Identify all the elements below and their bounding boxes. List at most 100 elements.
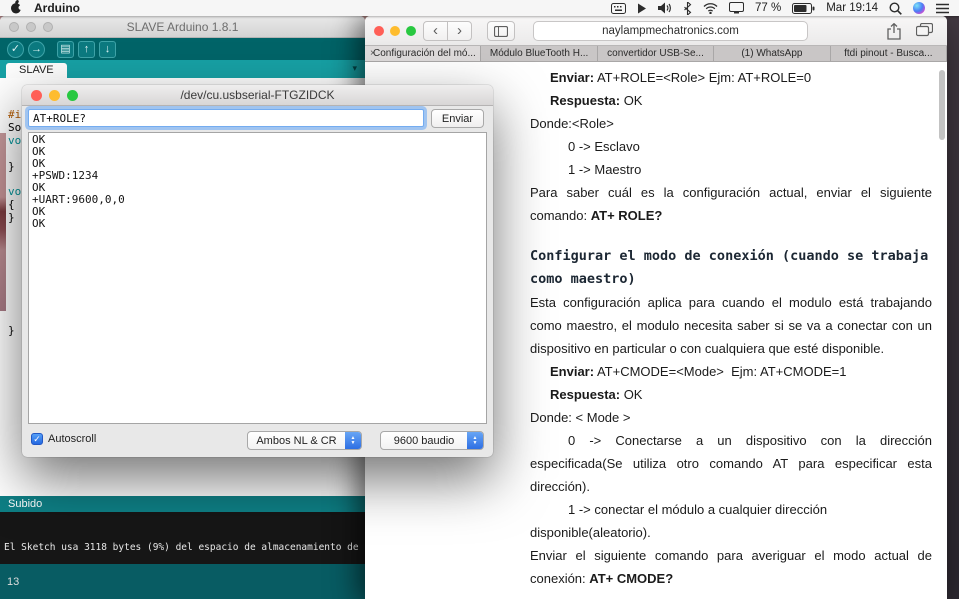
bluetooth-icon xyxy=(684,1,692,15)
sidebar-button[interactable] xyxy=(487,21,515,41)
response-line: Respuesta: OK xyxy=(550,93,643,108)
cursor-line-number: 13 xyxy=(7,576,20,588)
apple-menu[interactable] xyxy=(10,0,24,17)
arduino-tab-bar: SLAVE ▾ xyxy=(0,60,365,78)
forward-button[interactable]: › xyxy=(447,21,472,41)
response-line: Respuesta: OK xyxy=(550,387,643,402)
playback-menu[interactable] xyxy=(637,3,647,14)
open-button[interactable]: ↑ xyxy=(78,40,95,58)
paragraph: Esta configuración aplica para cuando el… xyxy=(530,295,932,356)
serial-command-input[interactable] xyxy=(28,109,424,127)
upload-button[interactable]: → xyxy=(28,40,45,58)
zoom-button[interactable] xyxy=(67,90,78,101)
spotlight-menu[interactable] xyxy=(889,1,902,15)
desktop-wallpaper-sliver xyxy=(0,133,6,311)
code-fragment: vo xyxy=(8,185,22,198)
bluetooth-menu[interactable] xyxy=(683,1,692,15)
tab-modulo-bluetooth[interactable]: Módulo BlueTooth H... xyxy=(481,46,598,61)
code-fragment: { xyxy=(8,198,15,211)
close-button[interactable] xyxy=(31,90,42,101)
paragraph: Donde: < Mode > xyxy=(530,410,631,425)
tab-overview-icon xyxy=(915,22,934,37)
back-button[interactable]: ‹ xyxy=(423,21,448,41)
upload-status-bar: Subido xyxy=(0,496,365,512)
section-heading: Configurar el modo de conexión (cuando s… xyxy=(530,248,929,287)
chevron-left-icon: ‹ xyxy=(433,22,438,39)
checkbox-check-icon: ✓ xyxy=(31,433,43,445)
chevron-down-icon: ▾ xyxy=(352,63,357,73)
share-button[interactable] xyxy=(887,22,901,45)
browser-window-controls xyxy=(374,26,416,36)
serial-monitor-footer: ✓ Autoscroll Ambos NL & CR ▲ ▼ 9600 baudi… xyxy=(22,425,493,457)
browser-toolbar: ‹ › naylampmechatronics.com xyxy=(365,16,947,46)
tab-configuracion-modulo[interactable]: × Configuración del mó... xyxy=(365,46,482,61)
article: Enviar: AT+ROLE=<Role> Ejm: AT+ROLE=0 Re… xyxy=(530,62,932,599)
code-fragment: } xyxy=(8,211,15,224)
check-icon: ✓ xyxy=(10,42,21,55)
code-fragment: } xyxy=(8,160,15,173)
serial-monitor-title: /dev/cu.usbserial-FTGZIDCK xyxy=(180,88,335,102)
line-ending-select[interactable]: Ambos NL & CR ▲ ▼ xyxy=(247,431,362,450)
tab-ftdi-pinout[interactable]: ftdi pinout - Busca... xyxy=(830,46,947,61)
serial-monitor-title-bar: /dev/cu.usbserial-FTGZIDCK xyxy=(22,85,493,106)
siri-icon[interactable] xyxy=(913,2,925,14)
serial-output-line: OK xyxy=(32,145,46,158)
minimize-button[interactable] xyxy=(390,26,400,36)
volume-menu[interactable] xyxy=(658,2,672,14)
browser-tab-bar: × Configuración del mó... Módulo BlueToo… xyxy=(365,46,947,62)
save-button[interactable]: ↓ xyxy=(99,40,116,58)
code-fragment: vo xyxy=(8,134,22,147)
autoscroll-checkbox[interactable]: ✓ Autoscroll xyxy=(31,433,96,445)
arduino-status-bar: 13 xyxy=(0,564,365,599)
scrollbar[interactable] xyxy=(939,70,945,140)
input-source-menu[interactable] xyxy=(611,2,626,14)
arduino-window-controls[interactable] xyxy=(9,22,53,32)
notification-center-icon xyxy=(936,3,949,13)
minimize-button[interactable] xyxy=(49,90,60,101)
wifi-menu[interactable] xyxy=(703,2,718,14)
sidebar-icon xyxy=(494,25,508,37)
serial-output-line: OK xyxy=(32,205,46,218)
line-ending-value: Ambos NL & CR xyxy=(256,434,337,447)
close-button[interactable] xyxy=(374,26,384,36)
menu-bar-clock[interactable]: Mar 19:14 xyxy=(826,2,878,14)
tab-convertidor-usb[interactable]: convertidor USB-Se... xyxy=(597,46,715,61)
notification-center-menu[interactable] xyxy=(936,3,949,14)
tab-label: Configuración del mó... xyxy=(373,48,476,59)
baud-rate-select[interactable]: 9600 baudio ▲ ▼ xyxy=(380,431,484,450)
display-menu[interactable] xyxy=(729,2,744,14)
command-line: Enviar: AT+ROLE=<Role> Ejm: AT+ROLE=0 xyxy=(550,70,812,85)
tab-label: (1) WhatsApp xyxy=(741,48,803,59)
address-url: naylampmechatronics.com xyxy=(602,25,739,37)
tab-label: convertidor USB-Se... xyxy=(607,48,704,59)
volume-icon xyxy=(658,2,671,14)
paragraph: Enviar el siguiente comando para averigu… xyxy=(530,548,932,586)
serial-output-line: OK xyxy=(32,157,46,170)
zoom-button[interactable] xyxy=(406,26,416,36)
verify-button[interactable]: ✓ xyxy=(7,40,24,58)
sketch-tab[interactable]: SLAVE xyxy=(6,63,67,78)
active-app-menu[interactable]: Arduino xyxy=(34,1,80,15)
new-sketch-button[interactable]: ▤ xyxy=(57,40,74,58)
upload-status-message: Subido xyxy=(8,498,43,510)
menu-bar: Arduino 77 % Mar 19:14 xyxy=(0,0,959,16)
battery-menu[interactable] xyxy=(792,2,815,14)
popup-arrows-icon: ▲ ▼ xyxy=(467,432,483,449)
serial-output-line: +UART:9600,0,0 xyxy=(32,193,125,206)
display-icon xyxy=(729,2,744,14)
autoscroll-label: Autoscroll xyxy=(48,433,97,445)
close-icon[interactable]: × xyxy=(370,46,376,61)
play-icon xyxy=(638,3,646,13)
serial-monitor-window: /dev/cu.usbserial-FTGZIDCK Enviar OK OK … xyxy=(22,85,493,457)
tab-overview-button[interactable] xyxy=(915,22,934,42)
share-icon xyxy=(887,22,901,40)
tab-menu-button[interactable]: ▾ xyxy=(352,63,357,74)
address-bar[interactable]: naylampmechatronics.com xyxy=(533,21,808,41)
serial-output: OK OK OK +PSWD:1234 OK +UART:9600,0,0 OK… xyxy=(28,132,487,424)
serial-output-line: OK xyxy=(32,217,46,230)
arrow-down-icon: ↓ xyxy=(104,42,111,55)
arrow-right-icon: → xyxy=(31,42,42,55)
tab-whatsapp[interactable]: (1) WhatsApp xyxy=(714,46,831,61)
serial-window-controls xyxy=(31,90,78,101)
send-button[interactable]: Enviar xyxy=(431,109,484,128)
